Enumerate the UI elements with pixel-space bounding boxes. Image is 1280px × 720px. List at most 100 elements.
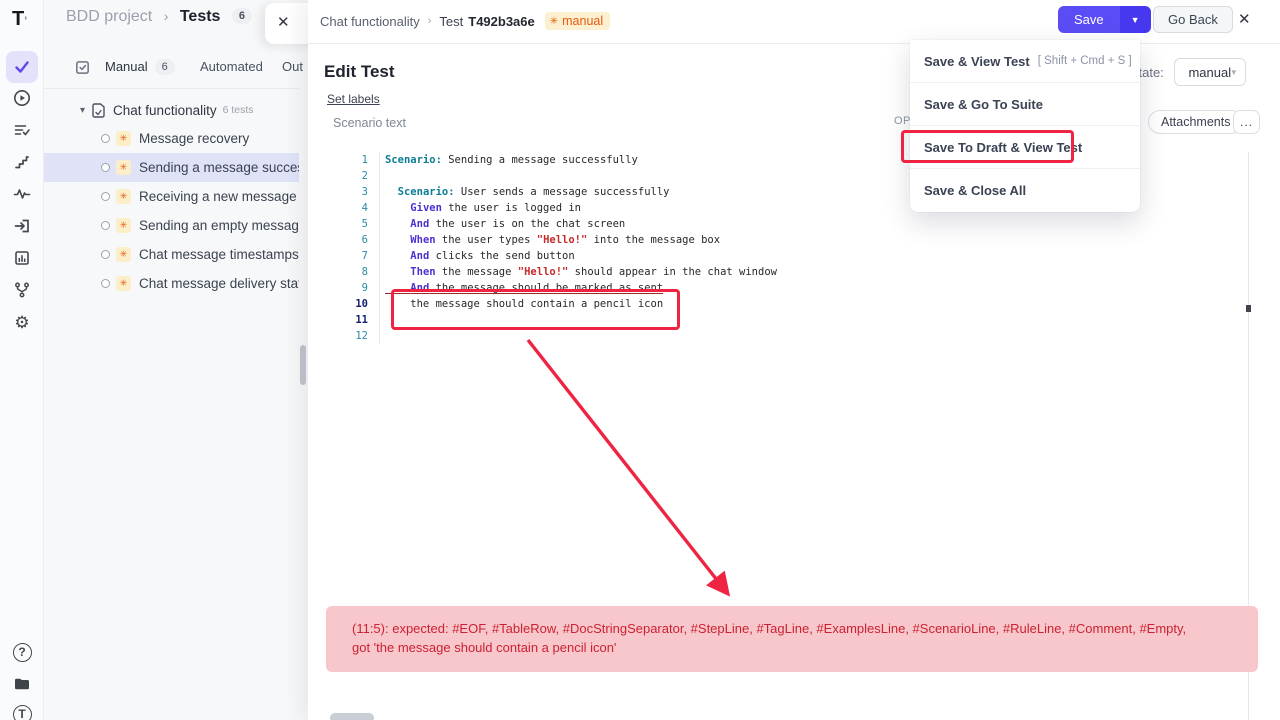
nav-brand-item[interactable]: T [6, 698, 38, 720]
line-number: 2 [340, 168, 368, 184]
code-text: Scenario: User sends a message successfu… [379, 184, 670, 200]
more-options-button[interactable]: ... [1233, 110, 1260, 134]
menu-item-label: Save & View Test [924, 54, 1030, 69]
nav-steps-item[interactable] [6, 146, 38, 178]
go-back-button[interactable]: Go Back [1153, 6, 1233, 33]
code-text: When the user types "Hello!" into the me… [379, 232, 720, 248]
nav-reports-item[interactable] [6, 242, 38, 274]
code-line-11[interactable]: 11 [340, 312, 1256, 328]
code-line-6[interactable]: 6 When the user types "Hello!" into the … [340, 232, 1256, 248]
code-line-10[interactable]: 10 the message should contain a pencil i… [340, 296, 1256, 312]
breadcrumb-suite[interactable]: Chat functionality [320, 14, 420, 29]
code-line-8[interactable]: 8 Then the message "Hello!" should appea… [340, 264, 1256, 280]
tree-test-item[interactable]: ✳Chat message timestamps [44, 240, 299, 269]
tab-out[interactable]: Out [282, 59, 303, 74]
nav-plans-item[interactable] [6, 114, 38, 146]
import-icon [13, 217, 31, 235]
menu-item-save-close-all[interactable]: Save & Close All [910, 169, 1140, 212]
code-text: And the message should be marked as sent [379, 280, 663, 296]
test-item-label: Sending an empty message [139, 218, 299, 233]
manual-state-badge: ✳ manual [545, 12, 610, 30]
test-status-circle-icon[interactable] [101, 250, 110, 259]
breadcrumb-separator: › [164, 8, 169, 24]
code-line-9[interactable]: 9 And the message should be marked as se… [340, 280, 1256, 296]
tree-scrollbar-thumb[interactable] [300, 345, 306, 385]
suite-row[interactable]: ▾ Chat functionality 6 tests [44, 96, 299, 124]
line-number: 8 [340, 264, 368, 280]
line-number: 12 [340, 328, 368, 344]
tree-test-item[interactable]: ✳ Sending an empty message [44, 211, 299, 240]
menu-item-shortcut: [ Shift + Cmd + S ] [1038, 55, 1132, 67]
tab-automated[interactable]: Automated [200, 59, 263, 74]
menu-item-label: Save To Draft & View Test [924, 140, 1082, 155]
app-logo[interactable]: T' [12, 8, 27, 31]
gherkin-parse-error-banner: (11:5): expected: #EOF, #TableRow, #DocS… [326, 606, 1258, 672]
help-icon: ? [13, 643, 32, 662]
code-text: Then the message "Hello!" should appear … [379, 264, 777, 280]
manual-test-icon: ✳ [116, 131, 131, 146]
panel-close-icon[interactable]: ✕ [1238, 10, 1251, 28]
error-text-line2: got 'the message should contain a pencil… [352, 638, 1238, 657]
save-button[interactable]: Save [1058, 6, 1120, 33]
reports-icon [13, 249, 31, 267]
line-number: 6 [340, 232, 368, 248]
manual-test-icon: ✳ [116, 160, 131, 175]
save-split-button: Save ▼ [1058, 6, 1151, 33]
tree-test-item[interactable]: ✳Sending a message succes [44, 153, 299, 182]
code-line-7[interactable]: 7 And clicks the send button [340, 248, 1256, 264]
code-text: And the user is on the chat screen [379, 216, 625, 232]
panel-tab-close-icon[interactable]: ✕ [277, 13, 290, 31]
nav-pulse-item[interactable] [6, 178, 38, 210]
nav-settings-item[interactable]: ⚙ [6, 306, 38, 338]
menu-item-save-to-draft-view-test[interactable]: Save To Draft & View Test [910, 126, 1140, 169]
pulse-icon [13, 185, 31, 203]
menu-item-save-go-to-suite[interactable]: Save & Go To Suite [910, 83, 1140, 126]
test-status-circle-icon[interactable] [101, 134, 110, 143]
test-tree: ▾ Chat functionality 6 tests ✳Message re… [44, 96, 299, 298]
manual-test-icon: ✳ [116, 276, 131, 291]
test-status-circle-icon[interactable] [101, 163, 110, 172]
manual-test-icon: ✳ [116, 218, 131, 233]
line-number: 10 [340, 296, 368, 312]
set-labels-link[interactable]: Set labels [327, 92, 380, 106]
test-status-circle-icon[interactable] [101, 279, 110, 288]
nav-branch-item[interactable] [6, 274, 38, 306]
nav-import-item[interactable] [6, 210, 38, 242]
suite-label[interactable]: Chat functionality [113, 103, 217, 118]
code-text: the message should contain a pencil icon [379, 296, 663, 312]
nav-help-item[interactable]: ? [6, 636, 38, 668]
code-line-5[interactable]: 5 And the user is on the chat screen [340, 216, 1256, 232]
sidebar-rail: T' ⚙ ? T [0, 0, 44, 720]
state-select[interactable]: manual ▼ [1174, 58, 1246, 86]
tab-count-badge: 6 [155, 59, 175, 75]
manual-badge-label: manual [562, 14, 603, 28]
chevron-down-icon[interactable]: ▾ [80, 105, 85, 116]
test-status-circle-icon[interactable] [101, 192, 110, 201]
test-item-label: Chat message delivery stat [139, 276, 299, 291]
tests-check-icon [13, 58, 31, 76]
nav-runs-item[interactable] [6, 82, 38, 114]
manual-badge-icon: ✳ [550, 16, 558, 27]
projects-folder-icon [13, 675, 31, 693]
tree-test-item[interactable]: ✳Receiving a new message [44, 182, 299, 211]
attachments-button[interactable]: Attachments [1148, 110, 1243, 134]
menu-item-label: Save & Go To Suite [924, 97, 1043, 112]
clipboard-check-icon[interactable] [74, 59, 91, 76]
code-line-12[interactable]: 12 [340, 328, 1256, 344]
error-text-line1: (11:5): expected: #EOF, #TableRow, #DocS… [352, 619, 1238, 638]
line-number: 11 [340, 312, 368, 328]
breadcrumb-project[interactable]: BDD project [66, 8, 152, 25]
save-dropdown-chevron-icon[interactable]: ▼ [1120, 6, 1151, 33]
editor-scrollbar-tick[interactable] [1246, 305, 1251, 312]
tree-test-item[interactable]: ✳ Chat message delivery stat [44, 269, 299, 298]
tests-count-badge: 6 [232, 8, 252, 24]
tree-test-item[interactable]: ✳Message recovery [44, 124, 299, 153]
bottom-scroll-handle[interactable] [330, 713, 374, 720]
test-status-circle-icon[interactable] [101, 221, 110, 230]
menu-item-save-view-test[interactable]: Save & View Test [ Shift + Cmd + S ] [910, 40, 1140, 83]
breadcrumb-section[interactable]: Tests [180, 8, 221, 25]
nav-projects-item[interactable] [6, 668, 38, 700]
nav-tests-item[interactable] [6, 51, 38, 83]
tab-manual[interactable]: Manual6 [105, 59, 175, 75]
code-text [379, 168, 391, 184]
